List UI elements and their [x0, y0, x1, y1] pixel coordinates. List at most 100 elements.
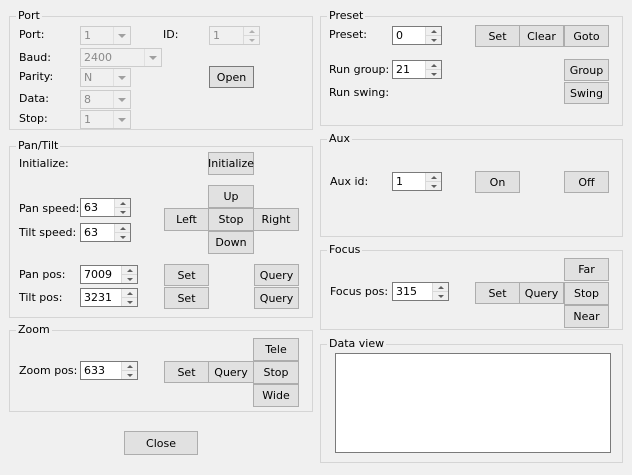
preset-stepper[interactable]: 0	[392, 26, 442, 45]
tilt-pos-value: 3231	[84, 291, 112, 304]
aux-id-value: 1	[396, 175, 403, 188]
focus-pos-value: 315	[396, 285, 417, 298]
run-swing-label: Run swing:	[329, 86, 390, 99]
port-select[interactable]: 1	[80, 26, 131, 45]
tilt-set-button[interactable]: Set	[164, 287, 209, 309]
initialize-button[interactable]: Initialize	[208, 152, 254, 175]
pan-pos-value: 7009	[84, 268, 112, 281]
zoom-pos-label: Zoom pos:	[19, 364, 78, 377]
close-button[interactable]: Close	[124, 431, 198, 455]
chevron-down-icon	[144, 49, 161, 66]
chevron-down-icon	[113, 111, 130, 128]
zoom-set-button[interactable]: Set	[164, 361, 209, 383]
spin-down-icon[interactable]	[244, 35, 259, 44]
preset-goto-button[interactable]: Goto	[564, 25, 609, 47]
port-select-value: 1	[84, 29, 91, 42]
parity-select[interactable]: N	[80, 68, 131, 87]
baud-select[interactable]: 2400	[80, 48, 162, 67]
data-bits-select-value: 8	[84, 93, 91, 106]
data-bits-select[interactable]: 8	[80, 90, 131, 109]
zoom-query-button[interactable]: Query	[208, 361, 254, 383]
baud-select-value: 2400	[84, 51, 112, 64]
port-label: Port:	[19, 28, 45, 41]
id-stepper-value: 1	[213, 29, 220, 42]
spin-up-icon[interactable]	[122, 362, 137, 370]
spin-down-icon[interactable]	[115, 232, 130, 241]
spin-up-icon[interactable]	[115, 224, 130, 232]
run-group-stepper[interactable]: 21	[392, 60, 442, 79]
left-button[interactable]: Left	[164, 208, 209, 231]
zoom-pos-value: 633	[84, 364, 105, 377]
focus-query-button[interactable]: Query	[519, 282, 564, 304]
chevron-down-icon	[113, 27, 130, 44]
wide-button[interactable]: Wide	[253, 384, 299, 407]
focus-pos-label: Focus pos:	[330, 285, 389, 298]
dataview-group-legend: Data view	[327, 337, 387, 351]
group-button[interactable]: Group	[564, 59, 609, 81]
port-group: Port	[9, 9, 313, 130]
tilt-speed-stepper[interactable]: 63	[80, 223, 131, 242]
data-view-textarea[interactable]	[335, 353, 611, 453]
tele-button[interactable]: Tele	[253, 338, 299, 361]
near-button[interactable]: Near	[564, 305, 609, 328]
far-button[interactable]: Far	[564, 258, 609, 281]
zoom-stop-button[interactable]: Stop	[253, 361, 299, 384]
tilt-speed-value: 63	[84, 226, 98, 239]
id-stepper[interactable]: 1	[209, 26, 260, 45]
pan-set-button[interactable]: Set	[164, 264, 209, 286]
tilt-pos-label: Tilt pos:	[19, 291, 63, 304]
preset-clear-button[interactable]: Clear	[519, 25, 564, 47]
spin-up-icon[interactable]	[426, 27, 441, 35]
spin-up-icon[interactable]	[115, 199, 130, 207]
up-button[interactable]: Up	[208, 185, 254, 208]
swing-button[interactable]: Swing	[564, 82, 609, 104]
spin-up-icon[interactable]	[122, 266, 137, 274]
zoom-pos-stepper[interactable]: 633	[80, 361, 138, 380]
focus-pos-stepper[interactable]: 315	[392, 282, 449, 301]
zoom-group-legend: Zoom	[16, 323, 52, 337]
id-label: ID:	[163, 28, 179, 41]
pan-pos-stepper[interactable]: 7009	[80, 265, 138, 284]
spin-down-icon[interactable]	[122, 370, 137, 379]
spin-up-icon[interactable]	[122, 289, 137, 297]
preset-set-button[interactable]: Set	[475, 25, 520, 47]
aux-id-label: Aux id:	[330, 175, 369, 188]
right-button[interactable]: Right	[253, 208, 299, 231]
open-button[interactable]: Open	[209, 66, 254, 88]
pan-query-button[interactable]: Query	[254, 264, 299, 286]
stop-bits-select[interactable]: 1	[80, 110, 131, 129]
pantilt-stop-button[interactable]: Stop	[208, 208, 254, 231]
aux-id-stepper[interactable]: 1	[392, 172, 442, 191]
down-button[interactable]: Down	[208, 231, 254, 254]
pan-speed-value: 63	[84, 201, 98, 214]
baud-label: Baud:	[19, 51, 51, 64]
focus-set-button[interactable]: Set	[475, 282, 520, 304]
initialize-label: Initialize:	[19, 157, 69, 170]
tilt-query-button[interactable]: Query	[254, 287, 299, 309]
preset-label: Preset:	[329, 28, 368, 41]
parity-select-value: N	[84, 71, 93, 84]
pan-speed-label: Pan speed:	[19, 202, 80, 215]
focus-stop-button[interactable]: Stop	[564, 282, 609, 305]
spin-down-icon[interactable]	[122, 297, 137, 306]
spin-up-icon[interactable]	[244, 27, 259, 35]
spin-down-icon[interactable]	[115, 207, 130, 216]
spin-down-icon[interactable]	[426, 35, 441, 44]
chevron-down-icon	[113, 91, 130, 108]
aux-off-button[interactable]: Off	[564, 171, 609, 193]
preset-value: 0	[396, 29, 403, 42]
run-group-value: 21	[396, 63, 410, 76]
spin-down-icon[interactable]	[426, 69, 441, 78]
spin-up-icon[interactable]	[426, 61, 441, 69]
spin-down-icon[interactable]	[122, 274, 137, 283]
spin-up-icon[interactable]	[433, 283, 448, 291]
spin-down-icon[interactable]	[433, 291, 448, 300]
spin-up-icon[interactable]	[426, 173, 441, 181]
tilt-pos-stepper[interactable]: 3231	[80, 288, 138, 307]
pan-speed-stepper[interactable]: 63	[80, 198, 131, 217]
pan-pos-label: Pan pos:	[19, 268, 66, 281]
spin-down-icon[interactable]	[426, 181, 441, 190]
aux-on-button[interactable]: On	[475, 171, 520, 193]
port-group-legend: Port	[16, 9, 42, 23]
preset-group-legend: Preset	[327, 9, 366, 23]
